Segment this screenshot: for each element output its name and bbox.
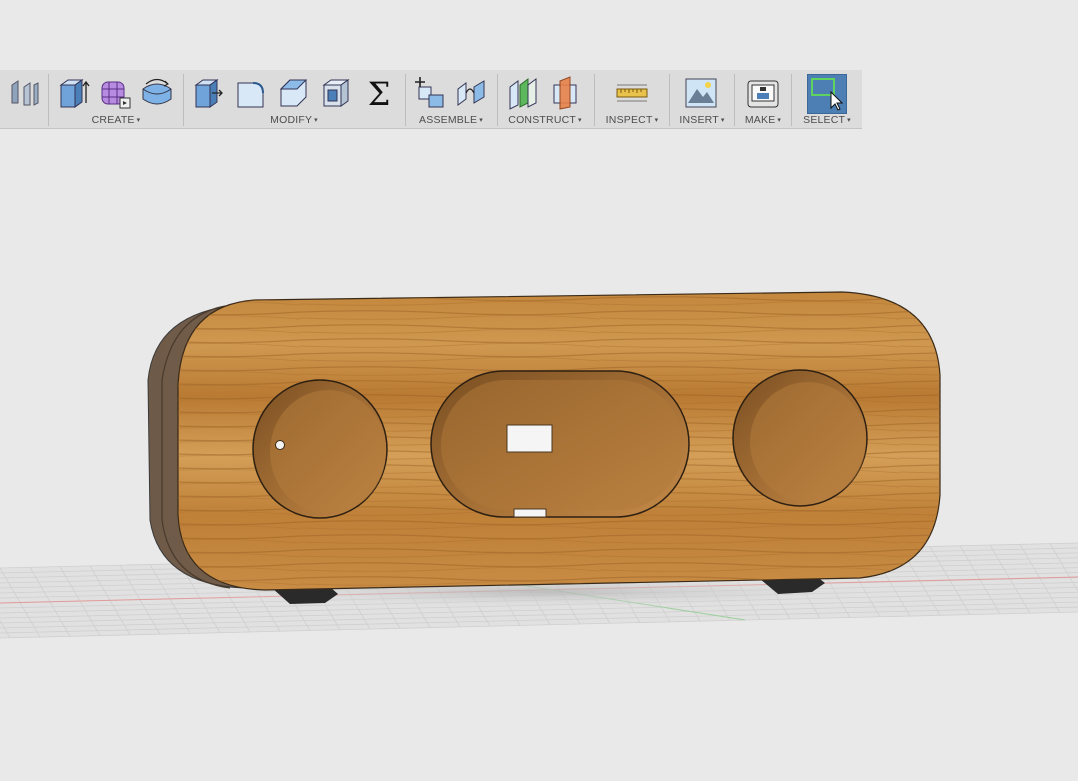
usb-port bbox=[513, 508, 547, 518]
modify-group: Σ MODIFY ▾ bbox=[186, 70, 402, 128]
create-group: CREATE ▾ bbox=[52, 70, 180, 128]
toolbar-separator bbox=[497, 74, 498, 126]
insert-image-icon[interactable] bbox=[684, 75, 718, 111]
main-toolbar: CREATE ▾ Σ MODIFY ▾ ASSEMBLE ▾ CONSTRUCT… bbox=[0, 70, 862, 129]
construct-group: CONSTRUCT ▾ bbox=[500, 70, 590, 128]
center-display-cutout bbox=[430, 370, 690, 518]
insert-group: INSERT ▾ bbox=[672, 70, 732, 128]
right-speaker-cutout bbox=[732, 369, 868, 507]
left-speaker-cutout bbox=[252, 379, 388, 519]
toolbar-separator bbox=[791, 74, 792, 126]
toolbar-separator bbox=[594, 74, 595, 126]
toolbar-separator bbox=[48, 74, 49, 126]
select-window-icon[interactable] bbox=[809, 75, 843, 111]
insert-menu-label[interactable]: INSERT ▾ bbox=[672, 114, 732, 126]
assemble-group: ASSEMBLE ▾ bbox=[408, 70, 494, 128]
select-menu-label[interactable]: SELECT ▾ bbox=[794, 114, 860, 126]
shell-icon[interactable] bbox=[319, 75, 353, 111]
workflow-group bbox=[0, 70, 48, 128]
svg-text:Σ: Σ bbox=[368, 75, 391, 111]
select-group: SELECT ▾ bbox=[794, 70, 860, 128]
create-menu-label[interactable]: CREATE ▾ bbox=[52, 114, 180, 126]
make-group: MAKE ▾ bbox=[737, 70, 789, 128]
fillet-icon[interactable] bbox=[233, 75, 267, 111]
speaker-enclosure-model[interactable] bbox=[147, 291, 941, 591]
parameters-sum-icon[interactable]: Σ bbox=[362, 75, 396, 111]
offset-plane-icon[interactable] bbox=[506, 75, 540, 111]
workflow-switch-icon[interactable] bbox=[8, 75, 42, 111]
midplane-icon[interactable] bbox=[548, 75, 582, 111]
construct-menu-label[interactable]: CONSTRUCT ▾ bbox=[500, 114, 590, 126]
3d-print-icon[interactable] bbox=[746, 75, 780, 111]
patch-surface-icon[interactable] bbox=[140, 75, 174, 111]
inspect-menu-label[interactable]: INSPECT ▾ bbox=[597, 114, 667, 126]
make-menu-label[interactable]: MAKE ▾ bbox=[737, 114, 789, 126]
measure-icon[interactable] bbox=[615, 75, 649, 111]
sculpt-form-icon[interactable] bbox=[98, 75, 132, 111]
toolbar-separator bbox=[183, 74, 184, 126]
toolbar-separator bbox=[669, 74, 670, 126]
extrude-icon[interactable] bbox=[56, 75, 90, 111]
inspect-group: INSPECT ▾ bbox=[597, 70, 667, 128]
press-pull-icon[interactable] bbox=[190, 75, 224, 111]
toolbar-separator bbox=[405, 74, 406, 126]
toolbar-separator bbox=[734, 74, 735, 126]
switch-port bbox=[506, 424, 553, 453]
modify-menu-label[interactable]: MODIFY ▾ bbox=[186, 114, 402, 126]
joint-icon[interactable] bbox=[454, 75, 488, 111]
wire-hole bbox=[275, 440, 285, 450]
new-component-icon[interactable] bbox=[412, 75, 446, 111]
chamfer-icon[interactable] bbox=[276, 75, 310, 111]
assemble-menu-label[interactable]: ASSEMBLE ▾ bbox=[408, 114, 494, 126]
